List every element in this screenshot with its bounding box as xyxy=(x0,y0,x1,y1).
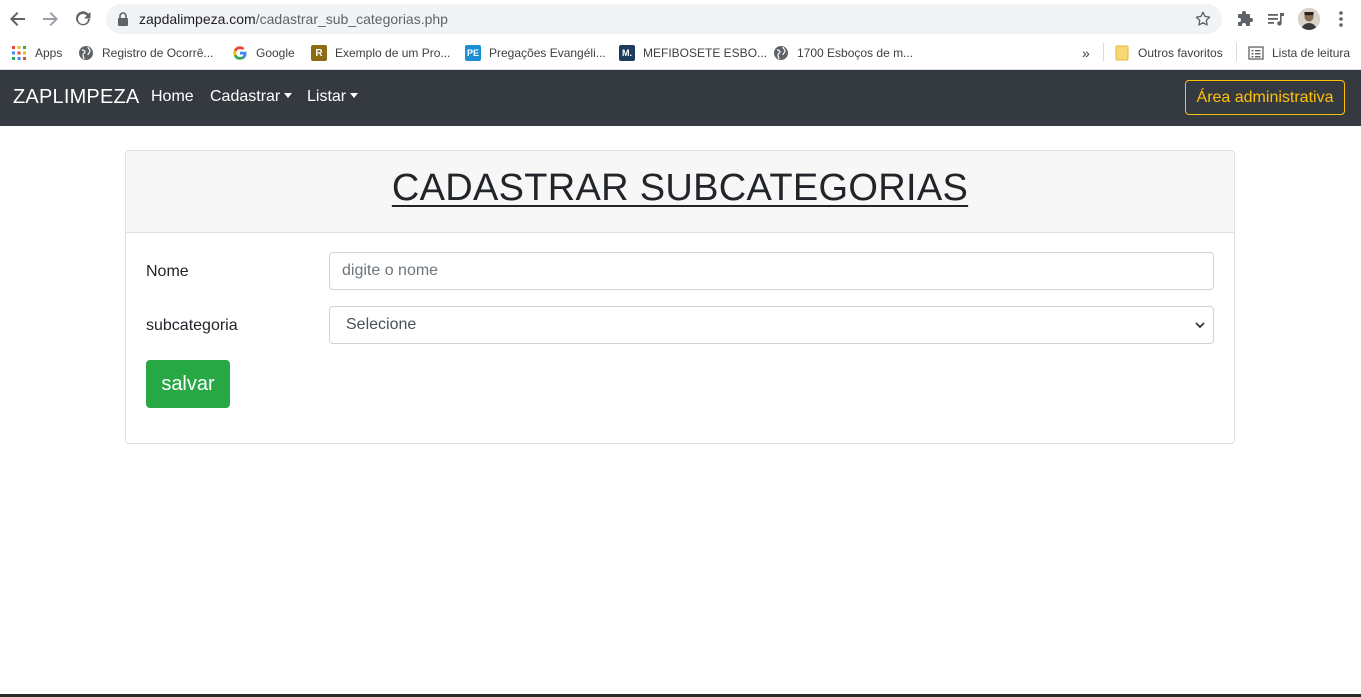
caret-down-icon xyxy=(284,93,293,98)
m-badge-icon: M. xyxy=(619,45,635,61)
nav-home[interactable]: Home xyxy=(151,88,194,106)
name-label: Nome xyxy=(146,263,189,280)
folder-icon xyxy=(1114,45,1130,61)
media-queue-icon[interactable] xyxy=(1266,9,1286,29)
bookmark-item[interactable]: M. MEFIBOSETE ESBO... xyxy=(619,42,767,64)
globe-icon xyxy=(78,45,94,61)
bookmark-item[interactable]: 1700 Esboços de m... xyxy=(773,42,913,64)
bookmark-label: Registro de Ocorrê... xyxy=(102,46,214,60)
bookmarks-overflow-chevron[interactable]: » xyxy=(1082,42,1090,64)
select-value: Selecione xyxy=(346,316,417,333)
pe-badge-icon: PE xyxy=(465,45,481,61)
reload-icon[interactable] xyxy=(71,7,95,31)
caret-down-icon xyxy=(350,93,359,98)
url-text: zapdalimpeza.com/cadastrar_sub_categoria… xyxy=(139,11,448,27)
reading-list-icon xyxy=(1248,45,1264,61)
page-title: CADASTRAR SUBCATEGORIAS xyxy=(391,167,969,209)
bookmark-label: 1700 Esboços de m... xyxy=(797,46,914,60)
google-g-icon xyxy=(232,45,248,61)
nav-label: Cadastrar xyxy=(210,88,281,105)
reading-list[interactable]: Lista de leitura xyxy=(1248,42,1350,64)
bookmark-other-favorites[interactable]: Outros favoritos xyxy=(1114,42,1223,64)
bookmarks-separator xyxy=(1103,43,1104,61)
bookmarks-separator xyxy=(1236,43,1237,61)
forward-arrow-icon[interactable] xyxy=(38,7,62,31)
bookmark-item[interactable]: Registro de Ocorrê... xyxy=(78,42,213,64)
name-input[interactable] xyxy=(329,252,1214,290)
brand-logo[interactable]: ZAPLIMPEZA xyxy=(13,86,139,109)
back-arrow-icon[interactable] xyxy=(6,7,30,31)
chrome-menu-icon[interactable] xyxy=(1331,9,1351,29)
save-button[interactable]: salvar xyxy=(146,360,230,408)
bookmark-label: MEFIBOSETE ESBO... xyxy=(643,46,768,60)
admin-area-button[interactable]: Área administrativa xyxy=(1185,80,1345,115)
bookmark-label: Lista de leitura xyxy=(1272,46,1351,60)
card-header: CADASTRAR SUBCATEGORIAS xyxy=(126,151,1234,233)
profile-avatar[interactable] xyxy=(1298,8,1320,30)
bookmark-item[interactable]: PE Pregações Evangéli... xyxy=(465,42,606,64)
bookmark-item[interactable]: Google xyxy=(232,42,295,64)
apps-grid-icon xyxy=(11,45,27,61)
url-host: zapdalimpeza.com xyxy=(139,11,256,27)
bookmark-label: Pregações Evangéli... xyxy=(489,46,606,60)
nav-cadastrar-dropdown[interactable]: Cadastrar xyxy=(210,88,293,106)
bookmark-item[interactable]: R Exemplo de um Pro... xyxy=(311,42,450,64)
site-navbar: ZAPLIMPEZA Home Cadastrar Listar Área ad… xyxy=(0,70,1361,126)
bookmark-apps[interactable]: Apps xyxy=(11,42,62,64)
chevron-down-icon xyxy=(1195,322,1205,329)
globe-icon xyxy=(773,45,789,61)
lock-icon xyxy=(118,12,128,26)
bookmark-label: Google xyxy=(256,46,295,60)
form-card: CADASTRAR SUBCATEGORIAS Nome subcategori… xyxy=(125,150,1235,444)
bookmark-label: Apps xyxy=(35,46,63,60)
nav-label: Listar xyxy=(307,88,347,105)
bookmark-label: Outros favoritos xyxy=(1138,46,1223,60)
address-bar[interactable]: zapdalimpeza.com/cadastrar_sub_categoria… xyxy=(106,4,1222,34)
r-badge-icon: R xyxy=(311,45,327,61)
subcategory-label: subcategoria xyxy=(146,317,238,334)
nav-listar-dropdown[interactable]: Listar xyxy=(307,88,359,106)
subcategory-select[interactable]: Selecione xyxy=(329,306,1214,344)
browser-toolbar: zapdalimpeza.com/cadastrar_sub_categoria… xyxy=(0,0,1361,38)
url-path: /cadastrar_sub_categorias.php xyxy=(255,11,448,27)
extensions-icon[interactable] xyxy=(1235,9,1255,29)
bookmark-label: Exemplo de um Pro... xyxy=(335,46,451,60)
bookmark-star-icon[interactable] xyxy=(1194,10,1212,28)
